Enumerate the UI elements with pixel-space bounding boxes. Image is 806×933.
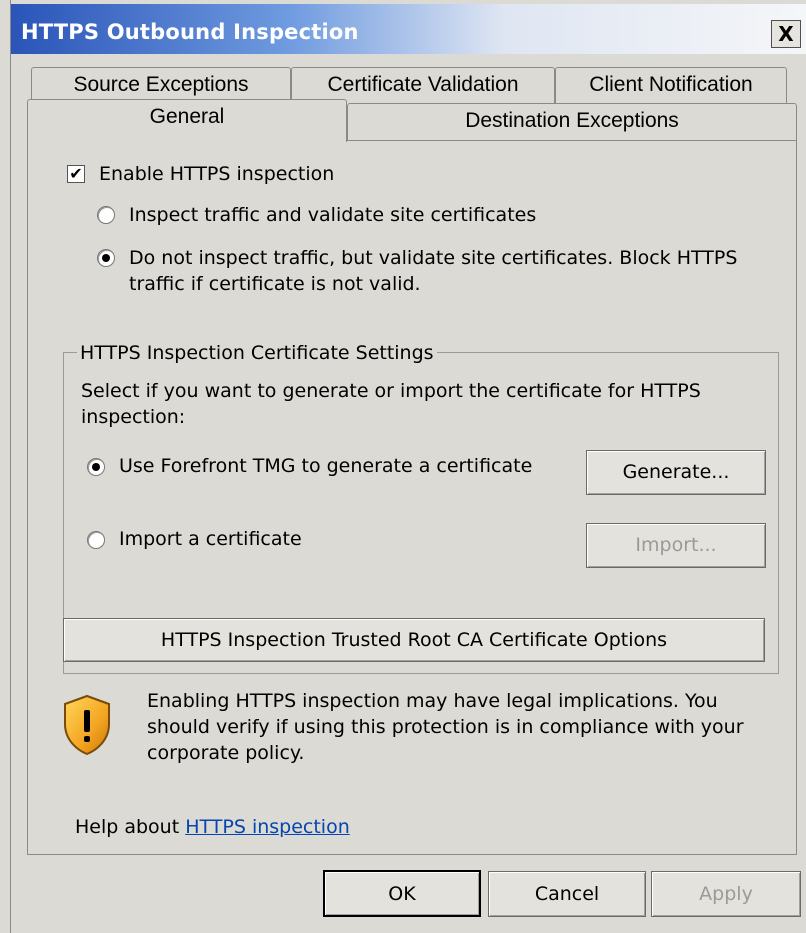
help-text: Help about HTTPS inspection (75, 816, 350, 838)
import-certificate-radio[interactable] (87, 531, 105, 549)
apply-button[interactable]: Apply (651, 871, 801, 917)
trusted-root-ca-options-button[interactable]: HTTPS Inspection Trusted Root CA Certifi… (63, 618, 765, 662)
import-certificate-label: Import a certificate (119, 528, 302, 550)
help-prefix: Help about (75, 816, 186, 838)
enable-https-inspection-label: Enable HTTPS inspection (99, 163, 335, 185)
cancel-button[interactable]: Cancel (488, 871, 646, 917)
tab-source-exceptions[interactable]: Source Exceptions (31, 67, 291, 103)
import-button[interactable]: Import... (586, 523, 766, 568)
tab-certificate-validation[interactable]: Certificate Validation (291, 67, 555, 103)
warning-text-line2: should verify if using this protection i… (147, 716, 744, 738)
generate-button[interactable]: Generate... (586, 450, 766, 495)
help-link[interactable]: HTTPS inspection (185, 816, 350, 838)
validate-only-radio[interactable] (97, 249, 115, 267)
tab-general[interactable]: General (27, 99, 347, 142)
title-bar: HTTPS Outbound Inspection X (11, 4, 806, 54)
generate-certificate-radio[interactable] (87, 458, 105, 476)
inspect-traffic-radio[interactable] (97, 206, 115, 224)
validate-only-label-line2: traffic if certificate is not valid. (129, 273, 421, 295)
https-outbound-inspection-dialog: HTTPS Outbound Inspection X Source Excep… (10, 0, 806, 933)
generate-certificate-label: Use Forefront TMG to generate a certific… (119, 455, 533, 477)
window-title: HTTPS Outbound Inspection (21, 20, 359, 44)
shield-warning-icon (64, 694, 110, 756)
certificate-settings-group-title: HTTPS Inspection Certificate Settings (77, 342, 437, 364)
enable-https-inspection-checkbox[interactable]: ✔ (67, 165, 85, 183)
close-button[interactable]: X (771, 20, 801, 48)
warning-text-line3: corporate policy. (147, 742, 305, 764)
certificate-description-line1: Select if you want to generate or import… (81, 380, 701, 402)
tab-client-notification[interactable]: Client Notification (555, 67, 787, 103)
warning-text-line1: Enabling HTTPS inspection may have legal… (147, 690, 718, 712)
certificate-description-line2: inspection: (81, 406, 186, 428)
validate-only-label-line1: Do not inspect traffic, but validate sit… (129, 247, 738, 269)
ok-button[interactable]: OK (323, 870, 481, 917)
inspect-traffic-label: Inspect traffic and validate site certif… (129, 204, 537, 226)
tab-destination-exceptions[interactable]: Destination Exceptions (347, 103, 797, 141)
